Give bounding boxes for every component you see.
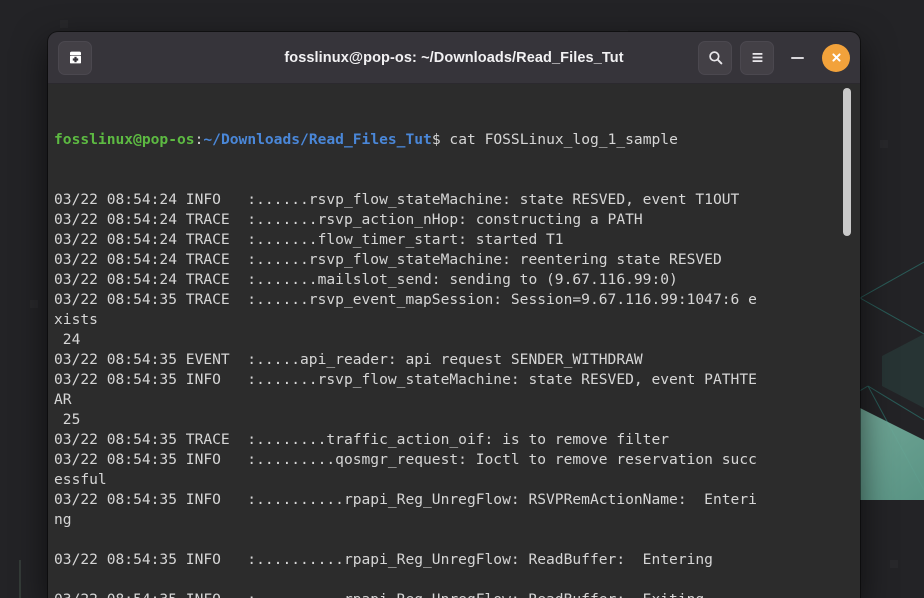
log-line: xists <box>54 311 98 328</box>
new-tab-button[interactable] <box>58 40 92 75</box>
minimize-icon <box>790 56 804 59</box>
log-line: 03/22 08:54:35 INFO :.........qosmgr_req… <box>54 451 757 468</box>
log-line: 03/22 08:54:24 TRACE :.......mailslot_se… <box>54 271 678 288</box>
log-blank-line <box>54 570 860 590</box>
log-line: 03/22 08:54:35 INFO :.......rsvp_flow_st… <box>54 371 757 388</box>
minimize-button[interactable] <box>782 43 812 73</box>
log-line: 03/22 08:54:35 TRACE :......rsvp_event_m… <box>54 291 757 308</box>
close-button[interactable] <box>822 43 850 72</box>
prompt-user-host: fosslinux@pop-os <box>54 131 195 148</box>
log-line: 03/22 08:54:24 TRACE :.......rsvp_action… <box>54 211 643 228</box>
log-line: AR <box>54 391 72 408</box>
vertical-scrollbar-track[interactable] <box>840 84 854 598</box>
window-title-bar[interactable]: fosslinux@pop-os: ~/Downloads/Read_Files… <box>48 32 860 84</box>
log-line: 03/22 08:54:24 INFO :......rsvp_flow_sta… <box>54 191 740 208</box>
log-line: 03/22 08:54:24 TRACE :.......flow_timer_… <box>54 231 564 248</box>
search-icon <box>708 51 722 65</box>
titlebar-controls <box>698 40 850 75</box>
prompt-command: cat FOSSLinux_log_1_sample <box>440 131 678 148</box>
log-line: 03/22 08:54:35 EVENT :.....api_reader: a… <box>54 351 643 368</box>
prompt-line: fosslinux@pop-os:~/Downloads/Read_Files_… <box>54 130 860 150</box>
hamburger-menu-icon <box>752 53 762 62</box>
hamburger-menu-button[interactable] <box>740 40 774 75</box>
log-line: 25 <box>54 411 81 428</box>
vertical-scrollbar-thumb[interactable] <box>843 88 851 236</box>
terminal-output-area[interactable]: fosslinux@pop-os:~/Downloads/Read_Files_… <box>48 84 860 598</box>
log-line: 03/22 08:54:35 INFO :..........rpapi_Reg… <box>54 491 757 508</box>
log-line: 24 <box>54 331 81 348</box>
log-line: essful <box>54 471 107 488</box>
log-line-list: 03/22 08:54:24 INFO :......rsvp_flow_sta… <box>54 190 860 598</box>
log-line: 03/22 08:54:35 INFO :..........rpapi_Reg… <box>54 590 860 598</box>
prompt-dollar: $ <box>431 131 441 148</box>
log-line: 03/22 08:54:35 INFO :..........rpapi_Reg… <box>54 551 713 568</box>
log-blank-line <box>54 530 860 550</box>
prompt-path: ~/Downloads/Read_Files_Tut <box>203 131 432 148</box>
close-icon <box>831 53 841 62</box>
terminal-text: fosslinux@pop-os:~/Downloads/Read_Files_… <box>52 90 860 598</box>
log-line: 03/22 08:54:35 TRACE :........traffic_ac… <box>54 431 670 448</box>
terminal-plus-icon <box>69 51 81 64</box>
terminal-window: fosslinux@pop-os: ~/Downloads/Read_Files… <box>48 32 860 598</box>
search-button[interactable] <box>698 40 732 75</box>
log-line: ng <box>54 511 72 528</box>
log-line: 03/22 08:54:24 TRACE :......rsvp_flow_st… <box>54 251 722 268</box>
